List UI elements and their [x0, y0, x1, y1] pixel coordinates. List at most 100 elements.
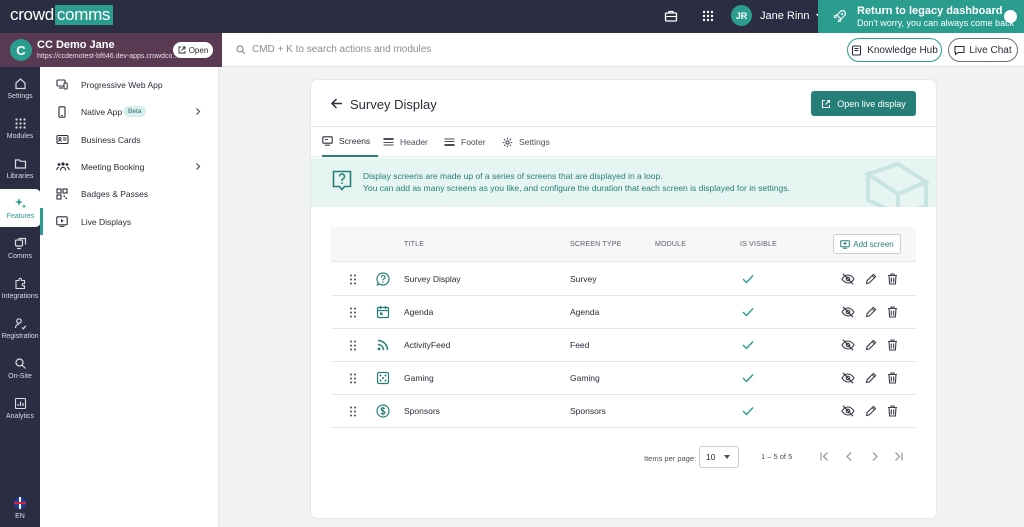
search-icon: [236, 45, 246, 55]
event-logo: C: [10, 39, 32, 61]
knowledge-hub-button[interactable]: Knowledge Hub: [847, 38, 942, 62]
drag-handle-icon[interactable]: [349, 307, 357, 318]
gaming-dice-icon: [376, 371, 390, 385]
event-url: https://ccdemotest-bf646.dev-apps.crowdc…: [37, 53, 179, 60]
hide-eye-icon[interactable]: [841, 405, 855, 417]
rail-item-comms[interactable]: Comms: [0, 229, 40, 267]
rail-item-libraries[interactable]: Libraries: [0, 149, 40, 187]
drag-handle-icon[interactable]: [349, 406, 357, 417]
rail-item-integrations[interactable]: Integrations: [0, 269, 40, 307]
monitor-icon: [322, 136, 333, 146]
onsite-icon: [14, 357, 27, 370]
edit-pencil-icon[interactable]: [865, 306, 877, 318]
chevron-right-icon: [194, 162, 202, 171]
search-placeholder: CMD + K to search actions and modules: [252, 44, 432, 55]
apps-grid-icon[interactable]: [701, 9, 715, 23]
delete-trash-icon[interactable]: [887, 339, 898, 351]
question-bubble-icon: [332, 170, 352, 192]
rail-item-analytics[interactable]: Analytics: [0, 389, 40, 427]
submenu-item-badges-passes[interactable]: Badges & Passes: [40, 180, 219, 207]
tab-settings[interactable]: Settings: [502, 127, 550, 157]
drag-handle-icon[interactable]: [349, 340, 357, 351]
visible-check-icon: [742, 274, 754, 284]
submenu-item-business-cards[interactable]: Business Cards: [40, 126, 219, 153]
hide-eye-icon[interactable]: [841, 273, 855, 285]
hide-eye-icon[interactable]: [841, 372, 855, 384]
external-link-icon: [178, 46, 186, 54]
table-row[interactable]: Sponsors Sponsors: [331, 395, 916, 428]
open-live-display-button[interactable]: Open live display: [811, 91, 916, 116]
legacy-subtitle: Don't worry, you can always come back: [857, 18, 1015, 28]
delete-trash-icon[interactable]: [887, 405, 898, 417]
crowdcomms-logo[interactable]: crowd comms: [10, 5, 114, 25]
live-chat-button[interactable]: Live Chat: [948, 38, 1018, 62]
items-per-page-select[interactable]: 10: [699, 446, 739, 468]
visible-check-icon: [742, 406, 754, 416]
beta-badge: Beta: [123, 106, 147, 117]
delete-trash-icon[interactable]: [887, 273, 898, 285]
tab-screens[interactable]: Screens: [322, 127, 378, 157]
tab-header[interactable]: Header: [383, 127, 428, 157]
table-row[interactable]: Agenda Agenda: [331, 296, 916, 329]
legacy-toggle[interactable]: [1004, 10, 1017, 23]
puzzle-icon: [14, 277, 27, 290]
first-page-icon[interactable]: [819, 451, 830, 462]
open-event-button[interactable]: Open: [173, 42, 213, 58]
edit-pencil-icon[interactable]: [865, 339, 877, 351]
folder-icon: [14, 157, 27, 170]
uk-flag-icon: [14, 497, 26, 509]
dropdown-caret-icon: [724, 455, 730, 459]
avatar: JR: [731, 5, 752, 26]
table-row[interactable]: ActivityFeed Feed: [331, 329, 916, 362]
feed-icon: [376, 338, 390, 352]
edit-pencil-icon[interactable]: [865, 273, 877, 285]
legacy-dashboard-banner[interactable]: Return to legacy dashboard Don't worry, …: [818, 0, 1024, 33]
rail-item-modules[interactable]: Modules: [0, 109, 40, 147]
drag-handle-icon[interactable]: [349, 274, 357, 285]
dollar-icon: [376, 404, 390, 418]
chat-icon: [954, 45, 965, 56]
rail-item-features[interactable]: Features: [0, 189, 41, 227]
external-link-icon: [821, 99, 831, 109]
visible-check-icon: [742, 373, 754, 383]
column-header-module: MODULE: [655, 241, 687, 248]
user-menu[interactable]: JR Jane Rinn: [731, 5, 824, 26]
last-page-icon[interactable]: [893, 451, 904, 462]
tab-footer[interactable]: Footer: [444, 127, 486, 157]
hide-eye-icon[interactable]: [841, 306, 855, 318]
table-row[interactable]: Survey Display Survey: [331, 263, 916, 296]
delete-trash-icon[interactable]: [887, 306, 898, 318]
home-icon: [14, 77, 27, 90]
table-row[interactable]: Gaming Gaming: [331, 362, 916, 395]
info-banner: Display screens are made up of a series …: [311, 158, 936, 207]
calendar-icon: [376, 305, 390, 319]
people-group-icon: [56, 161, 70, 172]
language-selector[interactable]: EN: [0, 497, 40, 520]
back-arrow-icon[interactable]: [330, 97, 343, 110]
cube-decoration-icon: [856, 160, 936, 207]
hide-eye-icon[interactable]: [841, 339, 855, 351]
rail-item-settings[interactable]: Settings: [0, 69, 40, 107]
event-name: CC Demo Jane: [37, 39, 115, 51]
rail-item-onsite[interactable]: On-Site: [0, 349, 40, 387]
drag-handle-icon[interactable]: [349, 373, 357, 384]
mobile-phone-icon: [56, 106, 68, 118]
delete-trash-icon[interactable]: [887, 372, 898, 384]
edit-pencil-icon[interactable]: [865, 405, 877, 417]
column-header-is-visible: IS VISIBLE: [740, 241, 778, 248]
table-header: TITLE SCREEN TYPE MODULE IS VISIBLE Add …: [331, 227, 916, 262]
user-name: Jane Rinn: [760, 9, 810, 22]
prev-page-icon[interactable]: [844, 451, 855, 462]
edit-pencil-icon[interactable]: [865, 372, 877, 384]
next-page-icon[interactable]: [869, 451, 880, 462]
submenu-item-meeting-booking[interactable]: Meeting Booking: [40, 153, 219, 180]
column-header-screen-type: SCREEN TYPE: [570, 241, 622, 248]
display-tabs: Screens Header Footer Settings: [311, 126, 936, 157]
rail-item-registration[interactable]: Registration: [0, 309, 40, 347]
briefcase-icon[interactable]: [664, 9, 678, 23]
add-screen-button[interactable]: Add screen: [833, 234, 901, 254]
submenu-item-native-app[interactable]: Native App Beta: [40, 98, 219, 125]
submenu-item-live-displays[interactable]: Live Displays: [40, 208, 219, 235]
submenu-item-progressive-web-app[interactable]: Progressive Web App: [40, 71, 219, 98]
survey-icon: [376, 272, 390, 286]
